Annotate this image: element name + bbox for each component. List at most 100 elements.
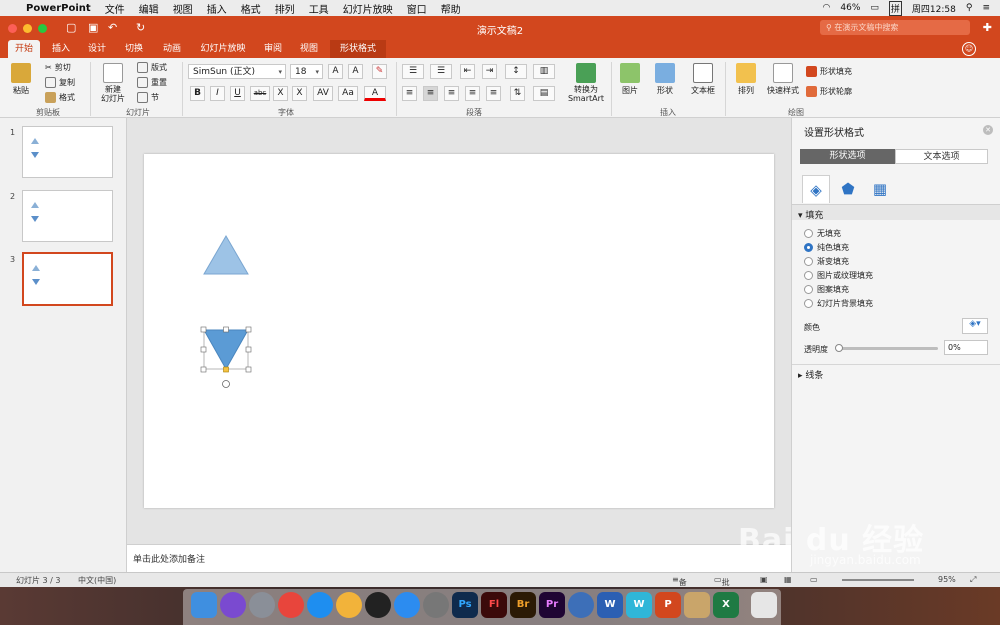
notes-toggle[interactable]: ≡ 备注 [672, 575, 687, 598]
transparency-input[interactable]: 0% [944, 340, 988, 355]
excel-icon[interactable]: X [713, 592, 739, 618]
menu-list-icon[interactable]: ≡ [982, 3, 990, 13]
italic-button[interactable]: I [210, 86, 225, 101]
color-picker-button[interactable]: ◈▾ [962, 318, 988, 334]
underline-button[interactable]: U [230, 86, 245, 101]
align-center-button[interactable]: ≡ [423, 86, 438, 101]
picture-button[interactable]: 图片 [617, 63, 643, 96]
menu-view[interactable]: 视图 [173, 1, 193, 16]
strikethrough-button[interactable]: abc [250, 86, 270, 101]
bullets-button[interactable]: ☰ [402, 64, 424, 79]
reset-button[interactable]: 重置 [137, 77, 167, 88]
fill-option-solid[interactable]: 纯色填充 [804, 242, 849, 253]
menu-arrange[interactable]: 排列 [275, 1, 295, 16]
close-pane-icon[interactable]: ✕ [983, 125, 993, 135]
line-section-header[interactable]: ▸ 线条 [792, 364, 1000, 381]
columns-button[interactable]: ▥ [533, 64, 555, 79]
convert-smartart-button[interactable]: 转换为 SmartArt [566, 63, 606, 103]
app-store-icon[interactable] [394, 592, 420, 618]
chrome-icon[interactable] [278, 592, 304, 618]
tab-animations[interactable]: 动画 [156, 40, 188, 58]
preview-icon[interactable] [751, 592, 777, 618]
textbox-button[interactable]: 文本框 [688, 63, 718, 96]
resize-handle[interactable] [223, 326, 229, 333]
copy-button[interactable]: 复制 [45, 77, 75, 88]
subscript-button[interactable]: X [292, 86, 307, 101]
ime-indicator[interactable]: 拼 [888, 0, 902, 16]
resize-handle[interactable] [245, 366, 252, 373]
spotlight-icon[interactable]: ⚲ [966, 3, 973, 13]
fill-option-pattern[interactable]: 图案填充 [804, 284, 849, 295]
bridge-icon[interactable]: Br [510, 592, 536, 618]
layout-button[interactable]: 版式 [137, 62, 167, 73]
fill-option-none[interactable]: 无填充 [804, 228, 841, 239]
resize-handle[interactable] [245, 346, 252, 353]
resize-handle[interactable] [245, 326, 252, 333]
comments-toggle[interactable]: ▭ 批注 [714, 575, 730, 598]
triangle-shape[interactable] [203, 235, 249, 275]
paste-button[interactable]: 粘贴 [8, 63, 34, 96]
tab-review[interactable]: 审阅 [258, 40, 288, 58]
adjust-handle[interactable] [223, 366, 229, 373]
resize-handle[interactable] [200, 366, 207, 373]
char-spacing-button[interactable]: AV [313, 86, 333, 101]
powerpoint-icon[interactable]: P [655, 592, 681, 618]
tab-design[interactable]: 设计 [82, 40, 112, 58]
normal-view-icon[interactable]: ▣ [760, 575, 768, 584]
font-name-select[interactable]: SimSun (正文) ▾ [188, 64, 286, 79]
font-size-select[interactable]: 18 ▾ [290, 64, 323, 79]
menu-slideshow[interactable]: 幻灯片放映 [343, 1, 393, 16]
section-button[interactable]: 节 [137, 92, 159, 103]
slider-thumb[interactable] [835, 344, 843, 352]
photoshop-icon[interactable]: Ps [452, 592, 478, 618]
clear-format-icon[interactable]: ✎ [372, 64, 387, 79]
fill-section-header[interactable]: ▾ 填充 [792, 204, 1000, 221]
increase-font-button[interactable]: A [328, 64, 343, 79]
menu-format[interactable]: 格式 [241, 1, 261, 16]
quick-style-button[interactable]: 快速样式 [764, 63, 802, 96]
photos-icon[interactable] [336, 592, 362, 618]
effects-pentagon-icon[interactable]: ⬟ [834, 175, 862, 203]
fill-option-picture[interactable]: 图片或纹理填充 [804, 270, 873, 281]
wifi-icon[interactable]: ◠ [823, 3, 831, 13]
numbering-button[interactable]: ☰ [430, 64, 452, 79]
change-case-button[interactable]: Aa [338, 86, 358, 101]
slide-thumbnail[interactable] [22, 190, 113, 242]
slide-thumbnail-selected[interactable] [22, 252, 113, 306]
tab-view[interactable]: 视图 [294, 40, 324, 58]
bold-button[interactable]: B [190, 86, 205, 101]
cut-button[interactable]: ✂ 剪切 [45, 62, 71, 73]
align-left-button[interactable]: ≡ [402, 86, 417, 101]
menu-help[interactable]: 帮助 [441, 1, 461, 16]
browser-icon[interactable] [568, 592, 594, 618]
resize-handle[interactable] [200, 346, 207, 353]
siri-icon[interactable] [220, 592, 246, 618]
reading-view-icon[interactable]: ▭ [810, 575, 818, 584]
archive-icon[interactable] [684, 592, 710, 618]
tab-transitions[interactable]: 切换 [118, 40, 150, 58]
zoom-slider[interactable] [842, 579, 914, 581]
feedback-smiley-icon[interactable]: ☺ [962, 42, 976, 56]
qq-icon[interactable] [365, 592, 391, 618]
rotate-handle-icon[interactable] [222, 380, 230, 388]
battery-percent[interactable]: 46% [840, 3, 860, 13]
language-indicator[interactable]: 中文(中国) [78, 575, 116, 586]
arrange-button[interactable]: 排列 [732, 63, 760, 96]
clock[interactable]: 周四12:58 [912, 2, 956, 15]
fill-option-slide-background[interactable]: 幻灯片背景填充 [804, 298, 873, 309]
slide-thumbnail[interactable] [22, 126, 113, 178]
menu-window[interactable]: 窗口 [407, 1, 427, 16]
fill-option-gradient[interactable]: 渐变填充 [804, 256, 849, 267]
inverted-triangle-shape[interactable] [203, 329, 249, 371]
system-preferences-icon[interactable] [423, 592, 449, 618]
zoom-level[interactable]: 95% [938, 575, 956, 584]
menu-tools[interactable]: 工具 [309, 1, 329, 16]
wps-icon[interactable]: W [626, 592, 652, 618]
distributed-button[interactable]: ≡ [486, 86, 501, 101]
tab-shape-options[interactable]: 形状选项 [800, 149, 895, 164]
justify-button[interactable]: ≡ [465, 86, 480, 101]
align-text-button[interactable]: ▤ [533, 86, 555, 101]
align-right-button[interactable]: ≡ [444, 86, 459, 101]
fit-window-icon[interactable]: ⤢ [970, 575, 976, 585]
tab-slideshow[interactable]: 幻灯片放映 [194, 40, 252, 58]
